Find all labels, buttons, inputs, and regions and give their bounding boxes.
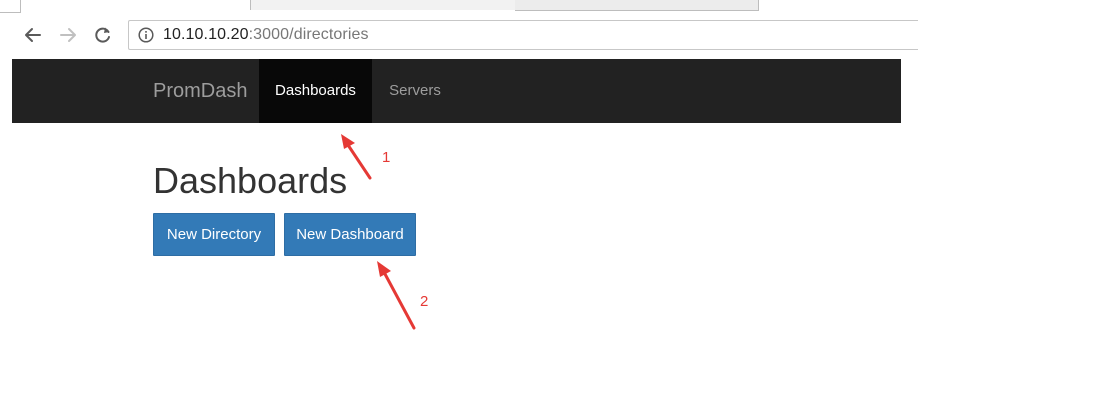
info-icon[interactable] <box>138 27 154 43</box>
new-dashboard-button[interactable]: New Dashboard <box>284 213 416 256</box>
top-navbar: PromDash Dashboards Servers <box>12 59 901 123</box>
reload-button[interactable] <box>90 22 116 48</box>
browser-tab-edge <box>0 0 21 13</box>
annotation-marker-1: 1 <box>382 149 391 166</box>
browser-toolbar: 10.10.10.20:3000/directories <box>0 14 918 58</box>
forward-button[interactable] <box>55 22 81 48</box>
brand-link[interactable]: PromDash <box>153 59 247 123</box>
browser-tab[interactable] <box>515 0 759 11</box>
forward-arrow-icon <box>60 28 76 42</box>
url-host: 10.10.10.20 <box>163 26 249 43</box>
annotation-marker-2: 2 <box>420 293 429 310</box>
annotation-arrow-2 <box>377 261 416 330</box>
back-arrow-icon <box>25 28 41 42</box>
nav-item-dashboards[interactable]: Dashboards <box>259 59 372 123</box>
browser-tab[interactable] <box>250 0 517 10</box>
address-bar[interactable]: 10.10.10.20:3000/directories <box>128 20 918 50</box>
back-button[interactable] <box>20 22 46 48</box>
url-text[interactable]: 10.10.10.20:3000/directories <box>163 26 369 44</box>
browser-tab-strip <box>0 0 901 14</box>
new-directory-button[interactable]: New Directory <box>153 213 275 256</box>
url-path: :3000/directories <box>248 26 369 43</box>
reload-icon <box>95 27 110 43</box>
page-title: Dashboards <box>153 160 348 201</box>
nav-item-servers[interactable]: Servers <box>374 59 456 123</box>
